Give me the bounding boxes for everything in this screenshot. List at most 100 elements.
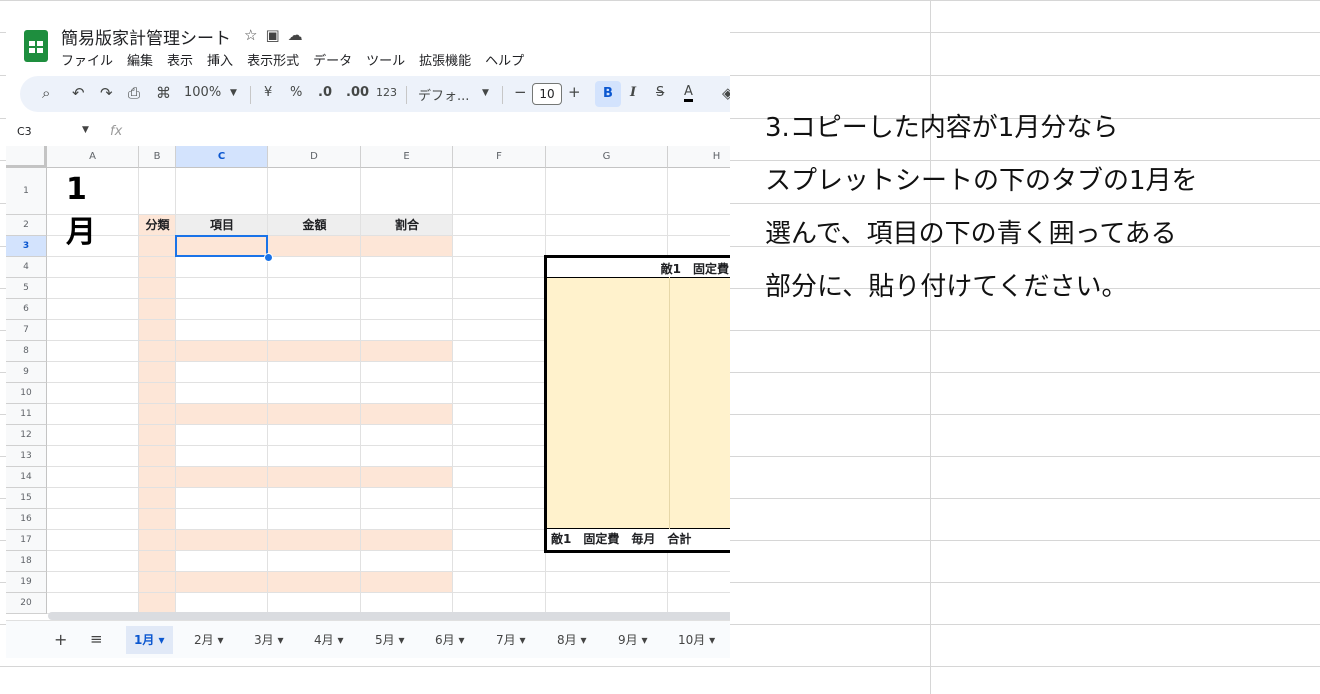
add-sheet-icon[interactable]: + <box>54 630 67 649</box>
cell-B9[interactable] <box>139 362 176 383</box>
undo-icon[interactable]: ↶ <box>72 84 85 102</box>
cell-B15[interactable] <box>139 488 176 509</box>
cell-E18[interactable] <box>361 551 453 572</box>
cell-B18[interactable] <box>139 551 176 572</box>
menu-tools[interactable]: ツール <box>366 50 405 69</box>
cell-C17[interactable] <box>176 530 268 551</box>
sheet-tab-3[interactable]: 3月 ▾ <box>246 626 291 654</box>
menu-insert[interactable]: 挿入 <box>207 50 233 69</box>
row-header-11[interactable]: 11 <box>6 404 47 425</box>
cell-D8[interactable] <box>268 341 361 362</box>
sheet-tab-4[interactable]: 4月 ▾ <box>306 626 351 654</box>
cell-E14[interactable] <box>361 467 453 488</box>
cell-H18[interactable] <box>668 551 730 572</box>
cell-D1[interactable] <box>268 168 361 215</box>
cell-F10[interactable] <box>453 383 546 404</box>
cell-D13[interactable] <box>268 446 361 467</box>
cell-G1[interactable] <box>546 168 668 215</box>
row-header-15[interactable]: 15 <box>6 488 47 509</box>
chevron-down-icon[interactable]: ▾ <box>455 633 464 647</box>
cell-F9[interactable] <box>453 362 546 383</box>
cell-F1[interactable] <box>453 168 546 215</box>
chevron-down-icon[interactable]: ▼ <box>230 88 237 98</box>
cell-F6[interactable] <box>453 299 546 320</box>
cell-D6[interactable] <box>268 299 361 320</box>
row-header-17[interactable]: 17 <box>6 530 47 551</box>
chevron-down-icon[interactable]: ▾ <box>334 633 343 647</box>
decrease-decimal-button[interactable]: .0 <box>318 85 332 100</box>
cell-C11[interactable] <box>176 404 268 425</box>
cell-A16[interactable] <box>47 509 139 530</box>
cell-H3[interactable] <box>668 236 730 257</box>
row-header-1[interactable]: 1 <box>6 168 47 215</box>
cell-E5[interactable] <box>361 278 453 299</box>
cell-D14[interactable] <box>268 467 361 488</box>
cell-A5[interactable] <box>47 278 139 299</box>
cell-B3[interactable] <box>139 236 176 257</box>
cell-B17[interactable] <box>139 530 176 551</box>
cell-A10[interactable] <box>47 383 139 404</box>
italic-button[interactable]: I <box>630 85 636 100</box>
cell-B1[interactable] <box>139 168 176 215</box>
cell-F3[interactable] <box>453 236 546 257</box>
cell-C13[interactable] <box>176 446 268 467</box>
cell-C6[interactable] <box>176 299 268 320</box>
cell-C20[interactable] <box>176 593 268 614</box>
column-header-D[interactable]: D <box>268 146 361 168</box>
cell-B8[interactable] <box>139 341 176 362</box>
font-size-increase-button[interactable]: + <box>568 83 581 101</box>
cell-E20[interactable] <box>361 593 453 614</box>
cell-C4[interactable] <box>176 257 268 278</box>
chevron-down-icon[interactable]: ▾ <box>516 633 525 647</box>
cell-E19[interactable] <box>361 572 453 593</box>
menu-help[interactable]: ヘルプ <box>485 50 524 69</box>
cell-G19[interactable] <box>546 572 668 593</box>
cell-A7[interactable] <box>47 320 139 341</box>
cell-C15[interactable] <box>176 488 268 509</box>
chevron-down-icon[interactable]: ▾ <box>154 633 165 647</box>
cell-A13[interactable] <box>47 446 139 467</box>
cell-E1[interactable] <box>361 168 453 215</box>
menu-view[interactable]: 表示 <box>167 50 193 69</box>
cell-E4[interactable] <box>361 257 453 278</box>
row-header-12[interactable]: 12 <box>6 425 47 446</box>
cell-A18[interactable] <box>47 551 139 572</box>
cell-C8[interactable] <box>176 341 268 362</box>
cell-B14[interactable] <box>139 467 176 488</box>
cell-F2[interactable] <box>453 215 546 236</box>
cell-F19[interactable] <box>453 572 546 593</box>
all-sheets-icon[interactable]: ≡ <box>90 630 103 648</box>
cell-D4[interactable] <box>268 257 361 278</box>
cell-C16[interactable] <box>176 509 268 530</box>
cell-B4[interactable] <box>139 257 176 278</box>
text-color-button[interactable]: A <box>684 85 693 102</box>
cell-C18[interactable] <box>176 551 268 572</box>
column-header-H[interactable]: H <box>668 146 730 168</box>
fixed-cost-table-box[interactable]: 敵1 固定費 敵1 固定費 毎月 合計 <box>544 255 730 553</box>
cell-F4[interactable] <box>453 257 546 278</box>
cell-F7[interactable] <box>453 320 546 341</box>
cell-A11[interactable] <box>47 404 139 425</box>
row-header-13[interactable]: 13 <box>6 446 47 467</box>
cell-D9[interactable] <box>268 362 361 383</box>
cell-H20[interactable] <box>668 593 730 614</box>
cell-E9[interactable] <box>361 362 453 383</box>
cell-B19[interactable] <box>139 572 176 593</box>
menu-format[interactable]: 表示形式 <box>247 50 299 69</box>
cell-D7[interactable] <box>268 320 361 341</box>
cell-B11[interactable] <box>139 404 176 425</box>
cell-E7[interactable] <box>361 320 453 341</box>
column-header-E[interactable]: E <box>361 146 453 168</box>
cell-E15[interactable] <box>361 488 453 509</box>
row-header-2[interactable]: 2 <box>6 215 47 236</box>
cell-A15[interactable] <box>47 488 139 509</box>
cell-B7[interactable] <box>139 320 176 341</box>
cell-D15[interactable] <box>268 488 361 509</box>
cell-B12[interactable] <box>139 425 176 446</box>
row-header-10[interactable]: 10 <box>6 383 47 404</box>
strikethrough-button[interactable]: S <box>656 85 664 100</box>
cell-F17[interactable] <box>453 530 546 551</box>
select-all-corner[interactable] <box>6 146 47 168</box>
column-header-C[interactable]: C <box>176 146 268 168</box>
cell-D3[interactable] <box>268 236 361 257</box>
